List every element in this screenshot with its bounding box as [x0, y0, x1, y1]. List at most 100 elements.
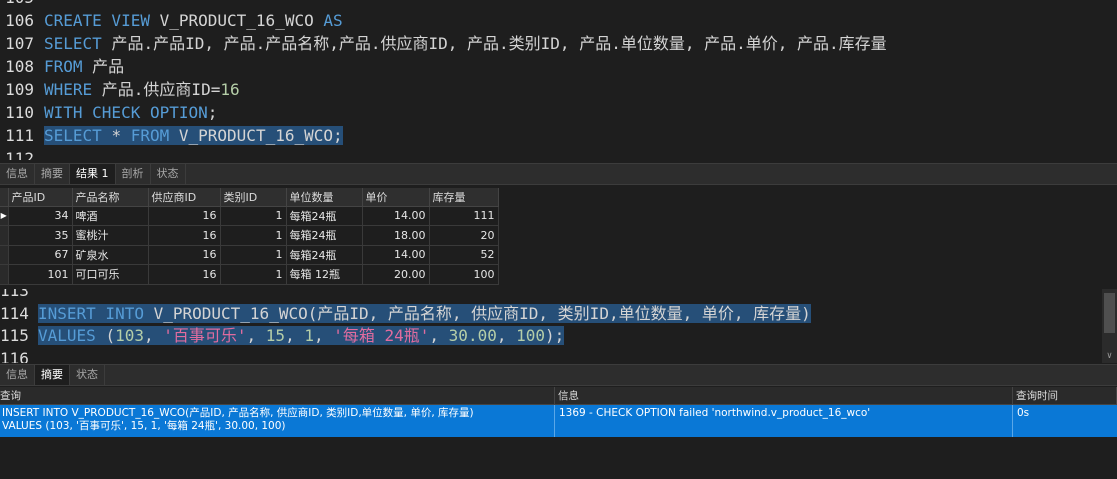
- line-number: 116: [0, 348, 29, 364]
- column-header[interactable]: 库存量: [429, 188, 499, 207]
- column-header[interactable]: 供应商ID: [148, 188, 221, 207]
- code-line[interactable]: 113: [0, 289, 38, 302]
- table-cell[interactable]: 14.00: [362, 245, 430, 265]
- table-row[interactable]: ▶ 34 啤酒 16 1 每箱24瓶 14.00 111: [0, 206, 499, 226]
- table-cell[interactable]: 1: [220, 206, 287, 226]
- tab-3[interactable]: 剖析: [116, 164, 151, 184]
- table-cell[interactable]: 20.00: [362, 264, 430, 285]
- column-header[interactable]: 类别ID: [220, 188, 287, 207]
- code-token: ,: [246, 326, 266, 345]
- table-cell[interactable]: 啤酒: [72, 206, 149, 226]
- table-cell[interactable]: 67: [8, 245, 73, 265]
- message-grid[interactable]: 查询 信息 查询时间 INSERT INTO V_PRODUCT_16_WCO(…: [0, 387, 1117, 479]
- sql-editor-bottom[interactable]: 113 114 INSERT INTO V_PRODUCT_16_WCO(产品ID,…: [0, 289, 1117, 363]
- table-row[interactable]: 101 可口可乐 16 1 每箱 12瓶 20.00 100: [0, 264, 499, 285]
- code-token: ,: [285, 326, 305, 345]
- code-line[interactable]: 110 WITH CHECK OPTION;: [0, 101, 217, 124]
- code-line[interactable]: 106 CREATE VIEW V_PRODUCT_16_WCO AS: [0, 9, 343, 32]
- table-cell[interactable]: 18.00: [362, 225, 430, 246]
- tab-2[interactable]: 状态: [70, 365, 105, 385]
- code-line[interactable]: 105: [0, 0, 44, 9]
- tab-1[interactable]: 摘要: [35, 164, 70, 184]
- code-line[interactable]: 116: [0, 347, 38, 364]
- code-text: WITH CHECK OPTION;: [44, 103, 217, 122]
- table-cell[interactable]: 每箱24瓶: [286, 225, 363, 246]
- current-row-indicator-icon[interactable]: ▶: [0, 206, 9, 226]
- message-query-cell[interactable]: INSERT INTO V_PRODUCT_16_WCO(产品ID, 产品名称,…: [0, 405, 555, 437]
- code-token: WHERE: [44, 80, 102, 99]
- table-row[interactable]: 35 蜜桃汁 16 1 每箱24瓶 18.00 20: [0, 225, 499, 246]
- tab-0[interactable]: 信息: [0, 365, 35, 385]
- table-cell[interactable]: 34: [8, 206, 73, 226]
- code-line[interactable]: 114 INSERT INTO V_PRODUCT_16_WCO(产品ID, 产品…: [0, 302, 811, 325]
- code-token: 1: [304, 326, 314, 345]
- row-selector[interactable]: [0, 245, 9, 265]
- table-cell[interactable]: 101: [8, 264, 73, 285]
- message-info-cell[interactable]: 1369 - CHECK OPTION failed 'northwind.v_…: [555, 405, 1013, 437]
- table-cell[interactable]: 16: [148, 225, 221, 246]
- code-token: V_PRODUCT_16_WCO;: [178, 126, 343, 145]
- code-line[interactable]: 107 SELECT 产品.产品ID, 产品.产品名称,产品.供应商ID, 产品.…: [0, 32, 887, 55]
- code-text: WHERE 产品.供应商ID=16: [44, 80, 240, 99]
- table-cell[interactable]: 蜜桃汁: [72, 225, 149, 246]
- code-text: VALUES (103, '百事可乐', 15, 1, '每箱 24瓶', 30…: [38, 326, 565, 345]
- row-selector[interactable]: [0, 264, 9, 285]
- code-line[interactable]: 109 WHERE 产品.供应商ID=16: [0, 78, 240, 101]
- code-token: ,: [143, 326, 164, 345]
- code-token: SELECT: [44, 126, 112, 145]
- line-number: 111: [5, 126, 34, 145]
- code-line[interactable]: 108 FROM 产品: [0, 55, 124, 78]
- code-line[interactable]: 111 SELECT * FROM V_PRODUCT_16_WCO;: [0, 124, 343, 147]
- table-cell[interactable]: 14.00: [362, 206, 430, 226]
- table-row[interactable]: 67 矿泉水 16 1 每箱24瓶 14.00 52: [0, 245, 499, 265]
- code-token: V_PRODUCT_16_WCO(产品ID, 产品名称, 供应商ID, 类别ID…: [153, 303, 811, 323]
- message-time-cell[interactable]: 0s: [1013, 405, 1117, 437]
- column-header[interactable]: 单位数量: [286, 188, 363, 207]
- table-cell[interactable]: 35: [8, 225, 73, 246]
- table-cell[interactable]: 100: [429, 264, 499, 285]
- code-token: ;: [207, 103, 218, 122]
- code-line[interactable]: 112: [0, 147, 44, 160]
- row-selector[interactable]: [0, 225, 9, 246]
- code-token: SELECT: [44, 34, 112, 53]
- column-header-query[interactable]: 查询: [0, 387, 555, 405]
- grid-corner[interactable]: [0, 188, 9, 207]
- code-line[interactable]: 1 15 VALUES (103, '百事可乐', 15, 1, '每箱 24瓶',…: [0, 324, 565, 347]
- table-cell[interactable]: 每箱24瓶: [286, 245, 363, 265]
- editor-scrollbar[interactable]: ∨: [1102, 289, 1117, 363]
- table-cell[interactable]: 每箱 12瓶: [286, 264, 363, 285]
- table-cell[interactable]: 111: [429, 206, 499, 226]
- chevron-down-icon[interactable]: ∨: [1102, 351, 1117, 361]
- table-cell[interactable]: 1: [220, 264, 287, 285]
- code-token: AS: [323, 11, 343, 30]
- table-cell[interactable]: 可口可乐: [72, 264, 149, 285]
- table-cell[interactable]: 16: [148, 206, 221, 226]
- tab-1[interactable]: 摘要: [35, 365, 70, 385]
- table-cell[interactable]: 52: [429, 245, 499, 265]
- column-header[interactable]: 产品名称: [72, 188, 149, 207]
- column-header-time[interactable]: 查询时间: [1013, 387, 1117, 405]
- table-cell[interactable]: 每箱24瓶: [286, 206, 363, 226]
- line-number: 108: [5, 57, 34, 76]
- table-cell[interactable]: 16: [148, 245, 221, 265]
- line-number: 112: [5, 149, 34, 160]
- table-cell[interactable]: 16: [148, 264, 221, 285]
- message-tab-bar: 信息 摘要 状态: [0, 364, 1117, 386]
- tab-0[interactable]: 信息: [0, 164, 35, 184]
- tab-2[interactable]: 结果 1: [70, 164, 116, 184]
- tab-4[interactable]: 状态: [151, 164, 186, 184]
- code-token: FROM: [44, 57, 93, 76]
- column-header[interactable]: 单价: [362, 188, 430, 207]
- column-header-info[interactable]: 信息: [555, 387, 1013, 405]
- scrollbar-thumb[interactable]: [1104, 293, 1115, 333]
- table-cell[interactable]: 矿泉水: [72, 245, 149, 265]
- code-token: (: [105, 326, 116, 345]
- code-token: 15: [265, 326, 286, 345]
- table-cell[interactable]: 1: [220, 225, 287, 246]
- sql-editor-top[interactable]: 105 106 CREATE VIEW V_PRODUCT_16_WCO AS 107…: [0, 0, 1117, 160]
- table-cell[interactable]: 20: [429, 225, 499, 246]
- column-header[interactable]: 产品ID: [8, 188, 73, 207]
- code-token: '每箱 24瓶': [333, 326, 430, 345]
- result-grid[interactable]: 产品ID 产品名称 供应商ID 类别ID 单位数量 单价 库存量 ▶ 34 啤酒 16 1 每箱24瓶…: [0, 188, 1117, 288]
- table-cell[interactable]: 1: [220, 245, 287, 265]
